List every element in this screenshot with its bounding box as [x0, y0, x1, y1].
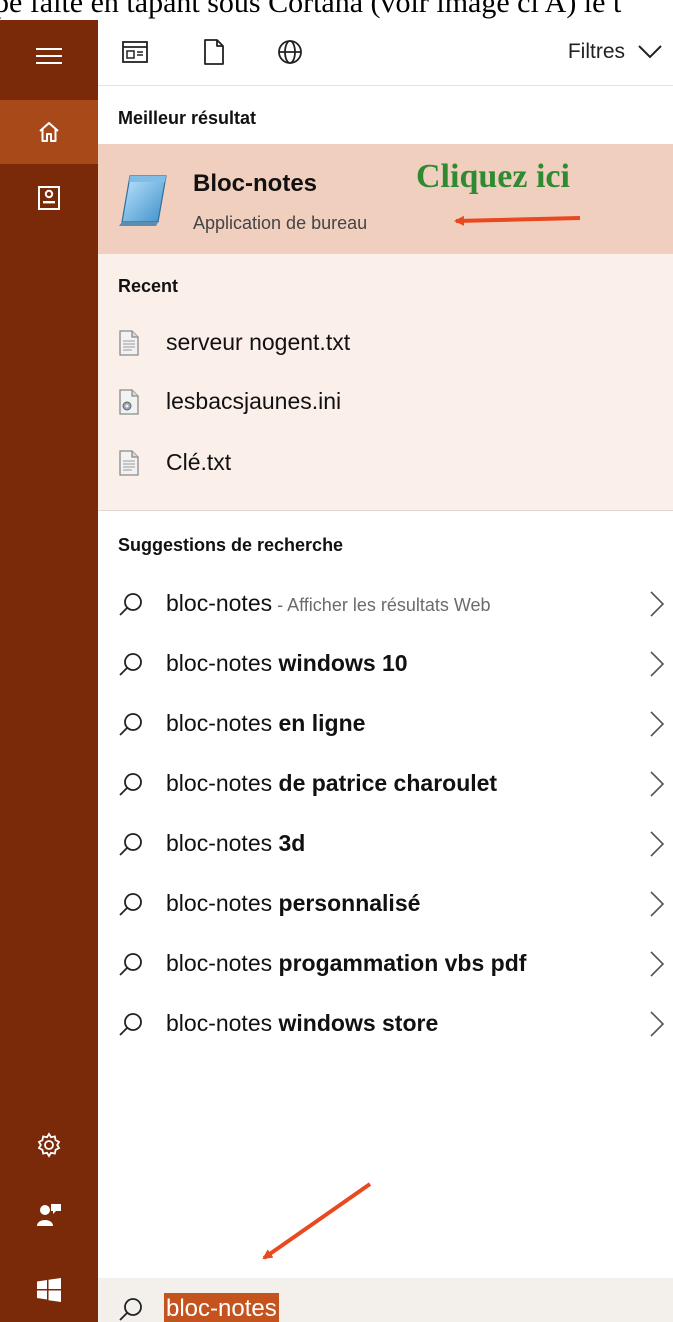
best-match-subtitle: Application de bureau: [193, 213, 368, 233]
settings-button[interactable]: [0, 1113, 98, 1177]
chevron-right-icon: [650, 831, 665, 857]
suggestion-item[interactable]: bloc-notes windows 10: [98, 636, 673, 696]
feedback-button[interactable]: [0, 1182, 98, 1246]
search-icon: [119, 893, 142, 916]
search-icon: [119, 1298, 142, 1321]
suggestion-text: bloc-notes windows store: [166, 1010, 439, 1036]
filter-toolbar: Filtres: [98, 20, 673, 86]
suggestion-item[interactable]: bloc-notes windows store: [98, 996, 673, 1056]
search-icon: [119, 713, 142, 736]
suggestion-item[interactable]: bloc-notes progammation vbs pdf: [98, 936, 673, 996]
suggestion-item[interactable]: bloc-notes de patrice charoulet: [98, 756, 673, 816]
recent-item-label: serveur nogent.txt: [166, 329, 351, 355]
document-icon: [204, 39, 224, 65]
search-icon: [119, 1013, 142, 1036]
globe-icon: [278, 40, 302, 64]
chevron-right-icon: [650, 891, 665, 917]
suggestion-item[interactable]: bloc-notes 3d: [98, 816, 673, 876]
chevron-down-icon: [638, 45, 662, 59]
gear-icon: [37, 1132, 61, 1158]
recent-item-label: Clé.txt: [166, 449, 232, 475]
top-caption: pe faite en tapant sous Cortana (voir im…: [0, 0, 673, 20]
recent-item[interactable]: serveur nogent.txt: [98, 315, 673, 373]
caption-text: pe faite en tapant sous Cortana (voir im…: [0, 0, 622, 19]
search-icon: [119, 833, 142, 856]
chevron-right-icon: [650, 591, 665, 617]
filters-label: Filtres: [567, 40, 625, 63]
apps-filter-icon: [122, 41, 148, 63]
suggestion-text: bloc-notes personnalisé: [166, 890, 421, 916]
search-icon: [119, 953, 142, 976]
notebook-icon: [38, 186, 60, 210]
recent-item[interactable]: Clé.txt: [98, 435, 673, 493]
chevron-right-icon: [650, 651, 665, 677]
apps-filter-button[interactable]: [115, 32, 155, 72]
settings-file-icon: [119, 389, 139, 415]
suggestion-item[interactable]: bloc-notes - Afficher les résultats Web: [98, 576, 673, 636]
search-results-panel: Filtres Meilleur résultat Bloc-notes App…: [98, 20, 673, 1322]
suggestions-heading: Suggestions de recherche: [118, 535, 344, 555]
text-file-icon: [119, 330, 139, 356]
suggestion-text: bloc-notes 3d: [166, 830, 306, 856]
left-rail: [0, 20, 98, 1322]
documents-filter-button[interactable]: [194, 32, 234, 72]
chevron-right-icon: [650, 771, 665, 797]
chevron-right-icon: [650, 1011, 665, 1037]
recent-item[interactable]: lesbacsjaunes.ini: [98, 374, 673, 432]
best-match-heading: Meilleur résultat: [118, 108, 257, 128]
feedback-icon: [37, 1204, 61, 1226]
windows-logo-icon: [37, 1278, 61, 1302]
menu-button[interactable]: [0, 24, 98, 88]
hamburger-icon: [36, 48, 62, 64]
text-file-icon: [119, 450, 139, 476]
search-query-text[interactable]: bloc-notes: [164, 1293, 279, 1322]
suggestion-item[interactable]: bloc-notes en ligne: [98, 696, 673, 756]
start-button[interactable]: [0, 1258, 98, 1322]
recent-heading: Recent: [118, 276, 179, 296]
notepad-app-icon: [119, 175, 167, 226]
search-icon: [119, 773, 142, 796]
notebook-button[interactable]: [0, 166, 98, 230]
filters-dropdown[interactable]: Filtres: [568, 34, 663, 70]
search-box[interactable]: bloc-notes: [98, 1278, 673, 1322]
web-filter-button[interactable]: [270, 32, 310, 72]
search-icon: [119, 593, 142, 616]
suggestion-item[interactable]: bloc-notes personnalisé: [98, 876, 673, 936]
best-match-title: Bloc-notes: [193, 170, 318, 197]
suggestion-text: bloc-notes windows 10: [166, 650, 408, 676]
callout-annotation: Cliquez ici: [416, 158, 570, 195]
suggestion-text: bloc-notes - Afficher les résultats Web: [166, 590, 491, 616]
recent-section: Recent serveur nogent.txt lesbacsjaunes.…: [98, 254, 673, 511]
suggestion-text: bloc-notes de patrice charoulet: [166, 770, 498, 796]
best-match-result[interactable]: Bloc-notes Application de bureau Cliquez…: [98, 144, 673, 254]
search-icon: [119, 653, 142, 676]
chevron-right-icon: [650, 711, 665, 737]
home-icon: [39, 122, 59, 142]
chevron-right-icon: [650, 951, 665, 977]
recent-item-label: lesbacsjaunes.ini: [166, 388, 342, 414]
home-button[interactable]: [0, 100, 98, 164]
suggestion-text: bloc-notes progammation vbs pdf: [166, 950, 527, 976]
suggestion-text: bloc-notes en ligne: [166, 710, 366, 736]
